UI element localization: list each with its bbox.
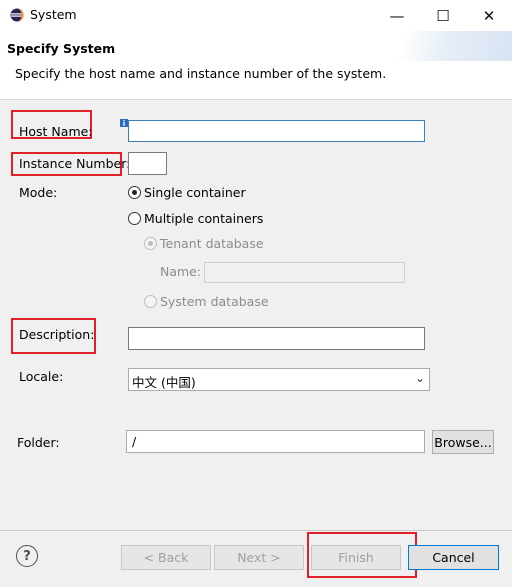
system-database-radio[interactable] xyxy=(144,295,157,308)
cancel-button[interactable]: Cancel xyxy=(408,545,499,570)
page-description: Specify the host name and instance numbe… xyxy=(15,66,387,81)
multiple-containers-radio[interactable] xyxy=(128,212,141,225)
banner-decoration xyxy=(352,31,512,61)
folder-input[interactable]: / xyxy=(126,430,425,453)
mode-label: Mode: xyxy=(19,185,58,200)
footer-separator xyxy=(0,530,512,531)
next-button[interactable]: Next > xyxy=(214,545,304,570)
single-container-radio[interactable] xyxy=(128,186,141,199)
close-button[interactable]: ✕ xyxy=(466,0,512,31)
locale-label: Locale: xyxy=(19,369,64,384)
minimize-button[interactable]: — xyxy=(374,0,420,31)
locale-value: 中文 (中国) xyxy=(132,375,196,390)
eclipse-app-icon xyxy=(10,8,24,22)
locale-dropdown[interactable]: 中文 (中国) ⌄ xyxy=(128,368,430,391)
maximize-button[interactable]: ☐ xyxy=(420,0,466,31)
host-name-input[interactable] xyxy=(128,120,425,142)
back-button[interactable]: < Back xyxy=(121,545,211,570)
system-database-label: System database xyxy=(160,294,269,309)
instance-number-input[interactable] xyxy=(128,152,167,175)
page-title: Specify System xyxy=(7,41,116,56)
host-name-label: Host Name: xyxy=(19,124,93,139)
help-icon[interactable]: ? xyxy=(16,545,38,567)
tenant-database-label: Tenant database xyxy=(160,236,264,251)
folder-value: / xyxy=(132,434,137,449)
instance-number-label: Instance Number: xyxy=(19,156,131,171)
tenant-database-radio[interactable] xyxy=(144,237,157,250)
wizard-header: Specify System Specify the host name and… xyxy=(0,31,512,100)
description-label: Description: xyxy=(19,327,95,342)
multiple-containers-label[interactable]: Multiple containers xyxy=(144,211,263,226)
name-label: Name: xyxy=(160,264,202,279)
single-container-label[interactable]: Single container xyxy=(144,185,246,200)
title-bar: System — ☐ ✕ xyxy=(0,0,512,31)
info-decoration-icon xyxy=(120,119,128,127)
folder-label: Folder: xyxy=(17,435,60,450)
window-title: System xyxy=(30,7,77,22)
highlight-box-finish xyxy=(307,532,417,578)
tenant-name-input[interactable] xyxy=(204,262,405,283)
description-input[interactable] xyxy=(128,327,425,350)
browse-button[interactable]: Browse... xyxy=(432,430,494,454)
chevron-down-icon: ⌄ xyxy=(414,371,425,385)
